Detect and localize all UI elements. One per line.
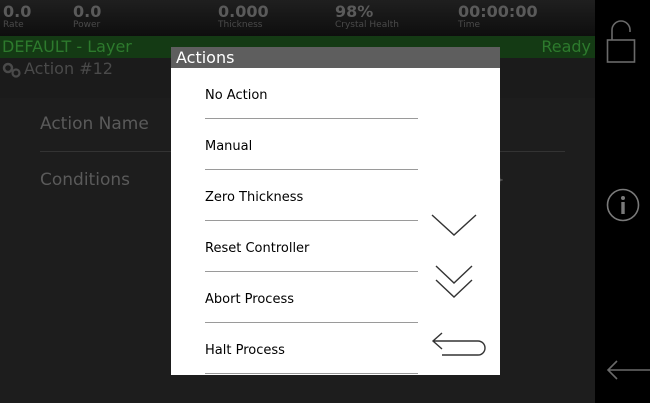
power-value: 0.0 [73, 2, 102, 21]
thickness-label: Thickness [218, 20, 263, 30]
gears-icon [2, 62, 21, 78]
thickness-readout: 0.000 Thickness [218, 3, 269, 30]
info-icon[interactable] [606, 188, 640, 222]
option-halt-process[interactable]: Halt Process [205, 323, 418, 374]
rate-readout: 0.0 Rate [3, 3, 31, 30]
thickness-value: 0.000 [218, 2, 269, 21]
layer-status: Ready [541, 37, 591, 56]
option-zero-thickness[interactable]: Zero Thickness [205, 170, 418, 221]
chevron-down-icon[interactable] [428, 209, 480, 241]
action-title: Action #12 [24, 59, 113, 78]
crystal-health-value: 98% [335, 2, 374, 21]
return-icon[interactable] [430, 328, 490, 358]
time-value: 00:00:00 [458, 2, 538, 21]
option-label: Abort Process [205, 292, 294, 307]
double-chevron-down-icon[interactable] [433, 263, 475, 301]
option-abort-process[interactable]: Abort Process [205, 272, 418, 323]
power-label: Power [73, 20, 101, 30]
power-readout: 0.0 Power [73, 3, 101, 30]
crystal-health-readout: 98% Crystal Health [335, 3, 399, 30]
right-rail [595, 0, 650, 403]
time-readout: 00:00:00 Time [458, 3, 538, 30]
option-manual[interactable]: Manual [205, 119, 418, 170]
time-label: Time [458, 20, 481, 30]
option-label: No Action [205, 88, 268, 103]
back-arrow-icon[interactable] [605, 358, 650, 382]
rate-value: 0.0 [3, 2, 32, 21]
crystal-health-label: Crystal Health [335, 20, 399, 30]
dialog-header: Actions [171, 47, 500, 68]
option-label: Reset Controller [205, 241, 310, 256]
rate-label: Rate [3, 20, 24, 30]
option-no-action[interactable]: No Action [205, 68, 418, 119]
option-reset-controller[interactable]: Reset Controller [205, 221, 418, 272]
option-label: Manual [205, 139, 253, 154]
option-label: Zero Thickness [205, 190, 304, 205]
conditions-label: Conditions [40, 170, 130, 190]
actions-dialog: Actions No Action Manual Zero Thickness … [171, 47, 500, 375]
dialog-title: Actions [176, 48, 235, 67]
option-label: Halt Process [205, 343, 285, 358]
layer-name: DEFAULT - Layer [2, 37, 132, 56]
action-name-label: Action Name [40, 114, 149, 134]
status-bar: 0.0 Rate 0.0 Power 0.000 Thickness 98% C… [0, 0, 595, 36]
lock-icon[interactable] [606, 18, 636, 64]
